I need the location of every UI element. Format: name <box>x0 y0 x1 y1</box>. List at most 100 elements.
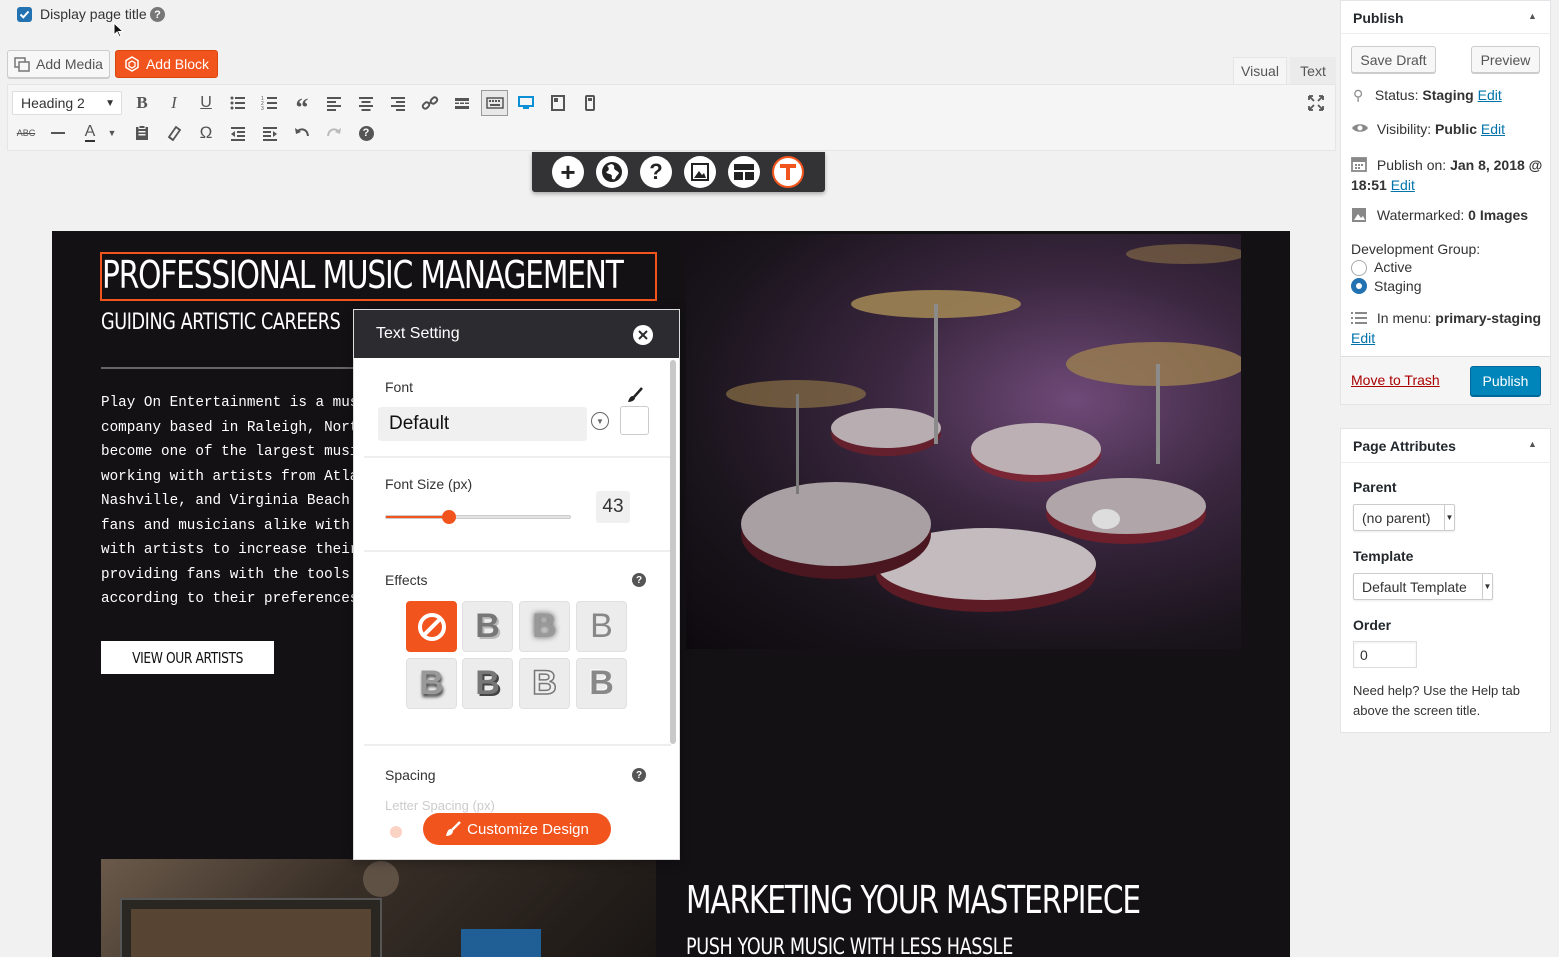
help-icon[interactable]: ? <box>640 156 672 188</box>
watermark-image-icon <box>1351 207 1373 226</box>
effect-shadow-button[interactable]: B <box>462 601 513 652</box>
text-setting-panel: Text Setting Font Default ▼ Font Size (p… <box>353 309 680 860</box>
effects-help-icon[interactable]: ? <box>632 573 646 587</box>
outdent-icon[interactable] <box>226 121 250 145</box>
chevron-down-icon[interactable]: ▼ <box>104 121 120 145</box>
clear-formatting-icon[interactable] <box>162 121 186 145</box>
special-character-icon[interactable]: Ω <box>194 121 218 145</box>
effect-3d-button[interactable]: B <box>462 658 513 709</box>
visibility-edit-link[interactable]: Edit <box>1481 121 1505 137</box>
effect-emboss-button[interactable]: B <box>576 658 627 709</box>
section-divider <box>364 550 671 552</box>
mobile-preview-icon[interactable] <box>578 91 602 115</box>
dev-active-label: Active <box>1374 259 1413 275</box>
help-text-line-1: Need help? Use the Help tab <box>1353 683 1520 698</box>
add-block-button[interactable]: Add Block <box>115 50 218 78</box>
text-color-icon[interactable]: A <box>78 121 102 145</box>
spacing-help-icon[interactable]: ? <box>632 768 646 782</box>
status-value: Staging <box>1422 87 1474 103</box>
font-size-slider[interactable] <box>385 510 571 524</box>
effect-outline-button[interactable]: B <box>519 658 570 709</box>
font-color-swatch[interactable] <box>620 406 649 435</box>
page-attributes-panel: Page Attributes ▲ Parent (no parent) ▼ T… <box>1340 428 1551 733</box>
align-center-icon[interactable] <box>354 91 378 115</box>
collapse-arrow-icon[interactable]: ▲ <box>1528 439 1537 449</box>
add-media-button[interactable]: Add Media <box>7 50 110 78</box>
keyboard-shortcuts-icon[interactable]: ? <box>354 121 378 145</box>
publish-time: 18:51 <box>1351 177 1387 193</box>
in-menu-edit-link[interactable]: Edit <box>1351 330 1375 346</box>
move-to-trash-link[interactable]: Move to Trash <box>1351 372 1440 388</box>
customize-design-button[interactable]: Customize Design <box>423 813 611 845</box>
page-heading[interactable]: PROFESSIONAL MUSIC MANAGEMENT <box>102 253 624 297</box>
add-icon[interactable]: + <box>552 156 584 188</box>
menu-list-icon <box>1351 311 1373 328</box>
pin-icon: ⚲ <box>1353 87 1364 103</box>
italic-icon[interactable]: I <box>162 91 186 115</box>
status-label: Status: <box>1374 87 1419 103</box>
dev-staging-radio[interactable] <box>1351 278 1367 294</box>
font-select[interactable]: Default <box>378 407 587 441</box>
layout-icon[interactable] <box>728 156 760 188</box>
tab-visual[interactable]: Visual <box>1233 57 1287 84</box>
globe-icon[interactable] <box>596 156 628 188</box>
effect-soft-shadow-button[interactable]: B <box>406 658 457 709</box>
view-artists-button[interactable]: VIEW OUR ARTISTS <box>101 641 274 674</box>
effect-none-button[interactable] <box>406 601 457 652</box>
chevron-down-icon: ▼ <box>1482 574 1492 599</box>
page-subheading: GUIDING ARTISTIC CAREERS <box>101 310 341 335</box>
toolbar-toggle-icon[interactable] <box>481 90 508 116</box>
bold-icon[interactable]: B <box>130 91 154 115</box>
link-icon[interactable] <box>418 91 442 115</box>
in-menu-row: In menu: primary-staging <box>1351 310 1541 328</box>
font-size-slider-thumb[interactable] <box>441 510 456 524</box>
tablet-preview-icon[interactable] <box>546 91 570 115</box>
format-select[interactable]: Heading 2 ▼ <box>12 91 122 115</box>
panel-scrollbar[interactable] <box>670 360 676 744</box>
preview-button[interactable]: Preview <box>1471 46 1540 73</box>
help-icon[interactable]: ? <box>150 7 165 22</box>
horizontal-line-icon[interactable] <box>46 121 70 145</box>
parent-select[interactable]: (no parent) ▼ <box>1353 504 1455 531</box>
underline-icon[interactable]: U <box>194 91 218 115</box>
strikethrough-icon[interactable]: ABC <box>14 121 38 145</box>
paintbrush-icon[interactable] <box>626 386 644 407</box>
align-left-icon[interactable] <box>322 91 346 115</box>
checkmark-icon <box>19 10 30 19</box>
spacing-label: Spacing <box>385 767 436 783</box>
read-more-icon[interactable] <box>450 91 474 115</box>
add-block-icon <box>124 56 140 72</box>
undo-icon[interactable] <box>290 121 314 145</box>
template-select[interactable]: Default Template ▼ <box>1353 573 1493 600</box>
paste-text-icon[interactable] <box>130 121 154 145</box>
chevron-down-icon: ▼ <box>1444 505 1454 530</box>
align-right-icon[interactable] <box>386 91 410 115</box>
effect-blur-button[interactable]: B <box>519 601 570 652</box>
publish-date-edit-link[interactable]: Edit <box>1391 177 1415 193</box>
close-icon[interactable] <box>633 325 653 345</box>
fullscreen-icon[interactable] <box>1304 91 1328 115</box>
order-input[interactable]: 0 <box>1353 641 1417 668</box>
blockquote-icon[interactable]: “ <box>290 91 314 122</box>
redo-icon[interactable] <box>322 121 346 145</box>
collapse-arrow-icon[interactable]: ▲ <box>1528 11 1537 21</box>
effects-label: Effects <box>385 572 428 588</box>
bullet-list-icon[interactable] <box>226 91 250 115</box>
numbered-list-icon[interactable]: 123 <box>258 91 282 115</box>
save-draft-button[interactable]: Save Draft <box>1351 46 1436 73</box>
publish-on-value: Jan 8, 2018 @ <box>1450 157 1543 173</box>
text-typography-icon[interactable] <box>772 156 804 188</box>
page-attributes-divider <box>1341 462 1550 463</box>
indent-icon[interactable] <box>258 121 282 145</box>
tab-text[interactable]: Text <box>1290 57 1336 84</box>
effect-plain-button[interactable]: B <box>576 601 627 652</box>
display-title-checkbox[interactable] <box>17 7 32 22</box>
chevron-down-circle-icon[interactable]: ▼ <box>591 412 609 430</box>
letter-spacing-slider-thumb[interactable] <box>390 826 402 838</box>
publish-button[interactable]: Publish <box>1470 366 1541 396</box>
image-icon[interactable] <box>684 156 716 188</box>
font-size-value[interactable]: 43 <box>596 491 630 523</box>
status-edit-link[interactable]: Edit <box>1478 87 1502 103</box>
desktop-preview-icon[interactable] <box>514 91 538 115</box>
dev-active-radio[interactable] <box>1351 260 1367 276</box>
